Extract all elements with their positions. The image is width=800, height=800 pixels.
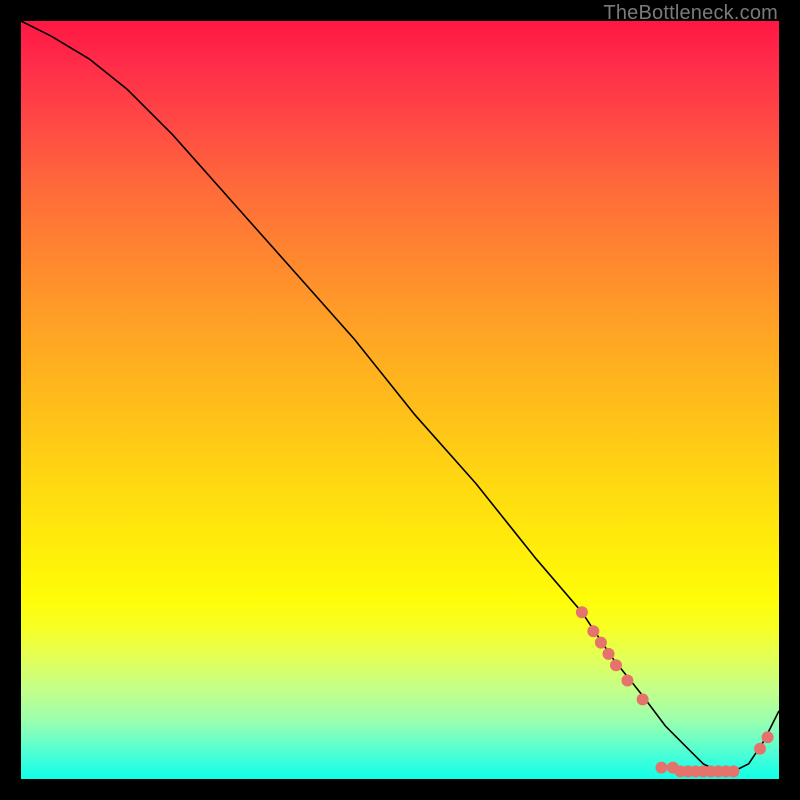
chart-frame: TheBottleneck.com bbox=[0, 0, 800, 800]
data-marker bbox=[754, 743, 766, 755]
data-marker bbox=[728, 765, 740, 777]
data-marker bbox=[587, 625, 599, 637]
data-marker bbox=[637, 693, 649, 705]
data-marker bbox=[656, 762, 668, 774]
data-marker bbox=[621, 675, 633, 687]
data-marker bbox=[576, 606, 588, 618]
data-marker bbox=[595, 637, 607, 649]
marker-layer bbox=[576, 606, 774, 777]
plot-area bbox=[21, 21, 779, 779]
curve-line bbox=[21, 21, 779, 771]
data-marker bbox=[762, 731, 774, 743]
data-marker bbox=[610, 659, 622, 671]
data-marker bbox=[603, 648, 615, 660]
chart-svg bbox=[21, 21, 779, 779]
